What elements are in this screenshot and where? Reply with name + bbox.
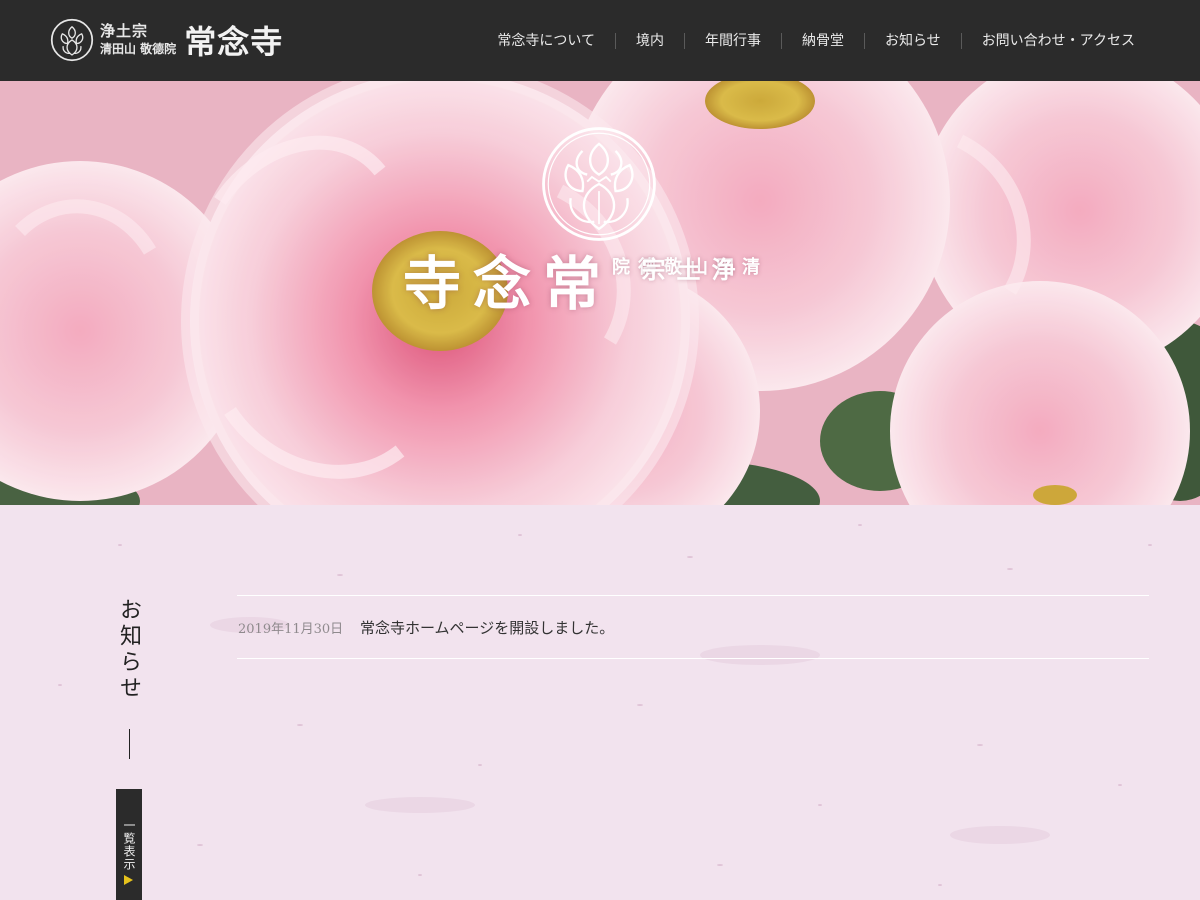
brand-mountain: 清田山 敬德院	[100, 42, 177, 56]
hero-temple-school: 浄土宗	[637, 257, 735, 283]
brand-school: 浄土宗	[100, 22, 149, 40]
nav-item-events[interactable]: 年間行事	[683, 32, 781, 49]
triangle-right-icon	[124, 875, 133, 885]
peony-crest-icon	[542, 127, 656, 241]
washi-paper-texture	[0, 505, 1200, 900]
news-item[interactable]: 2019年11月30日 常念寺ホームページを開設しました。	[237, 596, 1149, 659]
nav-item-grounds[interactable]: 境内	[614, 32, 684, 49]
section-title-divider	[129, 729, 130, 759]
brand-subtitle: 浄土宗 清田山 敬德院	[100, 22, 176, 58]
peony-crest-icon	[50, 18, 94, 62]
site-logo[interactable]: 浄土宗 清田山 敬德院 常念寺	[50, 16, 283, 64]
news-section: お知らせ 一覧表示 2019年11月30日 常念寺ホームページを開設しました。	[0, 505, 1200, 900]
news-section-title: お知らせ	[116, 598, 141, 702]
hero-temple-name: 常念寺	[393, 253, 601, 311]
news-title-link[interactable]: 常念寺ホームページを開設しました。	[360, 617, 614, 638]
view-all-label: 一覧表示	[122, 819, 136, 871]
nav-item-ossuary[interactable]: 納骨堂	[780, 32, 864, 49]
news-list: 2019年11月30日 常念寺ホームページを開設しました。	[237, 595, 1149, 659]
site-header: 浄土宗 清田山 敬德院 常念寺 常念寺について 境内 年間行事 納骨堂 お知らせ…	[0, 0, 1200, 81]
news-date: 2019年11月30日	[238, 621, 344, 637]
hero-banner: 常念寺 清田山 敬德院 浄土宗	[0, 81, 1200, 505]
main-nav: 常念寺について 境内 年間行事 納骨堂 お知らせ お問い合わせ・アクセス	[477, 0, 1156, 81]
nav-item-about[interactable]: 常念寺について	[477, 33, 615, 49]
brand-name: 常念寺	[184, 23, 284, 61]
nav-item-contact-access[interactable]: お問い合わせ・アクセス	[960, 32, 1156, 49]
view-all-news-button[interactable]: 一覧表示	[116, 789, 142, 900]
nav-item-news[interactable]: お知らせ	[863, 32, 961, 49]
